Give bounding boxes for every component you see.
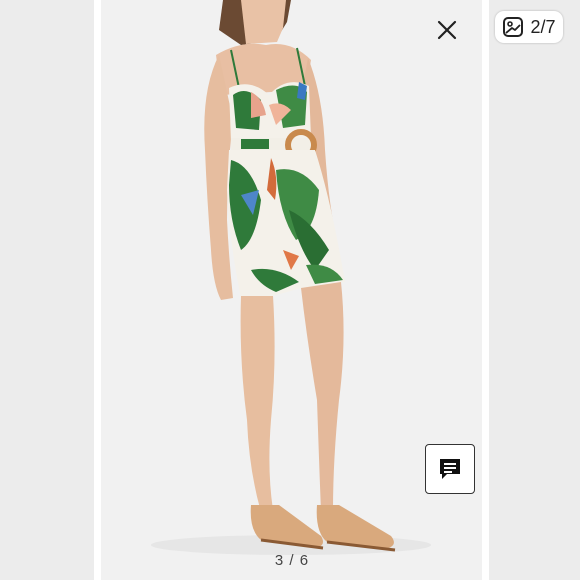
main-product-image[interactable] <box>101 0 482 580</box>
image-gallery-icon <box>503 17 524 37</box>
close-icon <box>437 20 457 40</box>
chat-comment-icon <box>440 459 460 479</box>
panel-separator-right <box>482 0 489 580</box>
image-counter-badge[interactable]: 2/7 <box>495 11 563 43</box>
next-image-panel[interactable] <box>488 0 580 580</box>
comment-button[interactable] <box>425 444 475 494</box>
page-indicator: 3 / 6 <box>274 552 310 569</box>
panel-separator-left <box>94 0 101 580</box>
close-button[interactable] <box>433 16 461 44</box>
image-counter-text: 2/7 <box>530 16 556 37</box>
previous-image-panel[interactable] <box>0 0 94 580</box>
model-photo <box>101 0 482 580</box>
